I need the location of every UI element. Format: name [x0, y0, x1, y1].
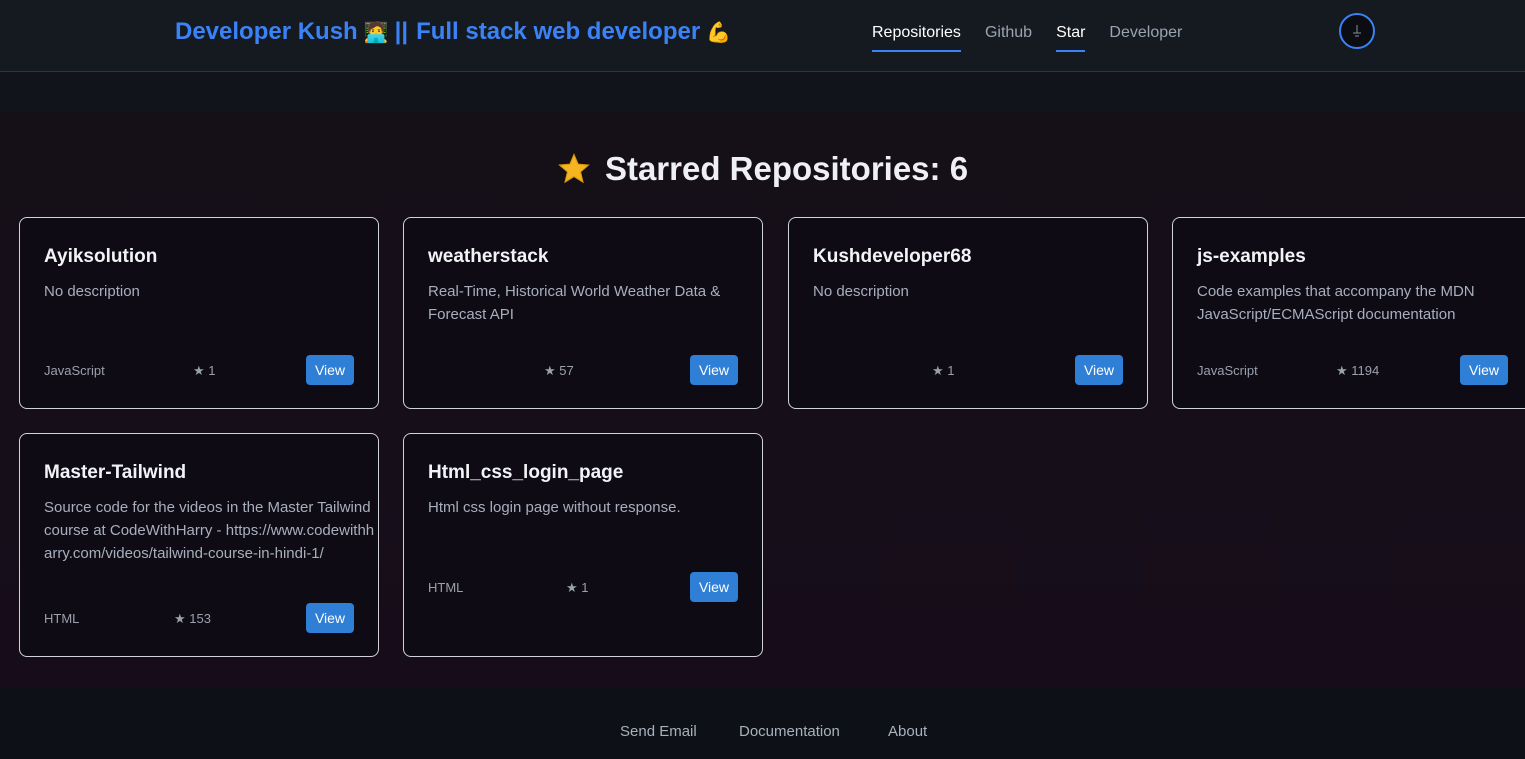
- page-title-text: Starred Repositories: 6: [604, 150, 969, 187]
- repo-description: No description: [44, 283, 140, 300]
- header-strip: [0, 72, 1525, 112]
- repo-card: weatherstack Real-Time, Historical World…: [403, 217, 763, 409]
- brand-tagline: Full stack web developer: [416, 18, 701, 45]
- repo-stars: ★ 1194: [1336, 363, 1380, 378]
- flexed-biceps-emoji-icon: 💪: [706, 20, 732, 44]
- repo-language: HTML: [428, 580, 464, 595]
- repo-stars: ★ 1: [566, 580, 589, 595]
- repo-description: Code examples that accompany the MDN Jav…: [1197, 283, 1475, 323]
- brand-name: Developer Kush: [175, 18, 358, 45]
- repo-name: weatherstack: [428, 246, 549, 267]
- technologist-emoji-icon: 🧑‍💻: [363, 20, 389, 44]
- repo-name: Ayiksolution: [44, 246, 158, 267]
- repo-language: JavaScript: [1197, 363, 1258, 378]
- repo-stars: ★ 153: [174, 611, 211, 626]
- repo-language: HTML: [44, 611, 80, 626]
- starred-section: Starred Repositories: 6 Ayiksolution No …: [0, 112, 1525, 688]
- repo-description: Real-Time, Historical World Weather Data…: [428, 283, 721, 323]
- avatar[interactable]: [1339, 13, 1375, 49]
- repo-description: No description: [813, 283, 909, 300]
- main-nav: Repositories Github Star Developer: [872, 24, 1206, 52]
- nav-repositories[interactable]: Repositories: [872, 24, 961, 52]
- star-icon: [558, 153, 590, 184]
- footer-link-about[interactable]: About: [888, 723, 927, 740]
- nav-star[interactable]: Star: [1056, 24, 1086, 52]
- repo-name: js-examples: [1197, 246, 1306, 267]
- repo-stars: ★ 1: [193, 363, 216, 378]
- avatar-logo-icon: [1353, 25, 1361, 37]
- top-navbar: Developer Kush 🧑‍💻 || Full stack web dev…: [0, 0, 1525, 72]
- view-button[interactable]: View: [690, 355, 738, 385]
- repo-name: Html_css_login_page: [428, 462, 624, 483]
- nav-github[interactable]: Github: [985, 24, 1032, 52]
- repo-name: Kushdeveloper68: [813, 246, 972, 267]
- repo-card: js-examples Code examples that accompany…: [1172, 217, 1525, 409]
- footer-link-send-email[interactable]: Send Email: [620, 723, 697, 740]
- footer-link-documentation[interactable]: Documentation: [739, 723, 840, 740]
- repo-language: JavaScript: [44, 363, 105, 378]
- brand-separator: ||: [394, 18, 409, 45]
- repo-description: Source code for the videos in the Master…: [44, 499, 375, 562]
- footer: Send Email Documentation About: [0, 688, 1525, 759]
- repo-name: Master-Tailwind: [44, 462, 187, 483]
- view-button[interactable]: View: [306, 603, 354, 633]
- view-button[interactable]: View: [306, 355, 354, 385]
- view-button[interactable]: View: [1460, 355, 1508, 385]
- repo-card: Master-Tailwind Source code for the vide…: [19, 433, 379, 657]
- repo-stars: ★ 57: [544, 363, 574, 378]
- repo-card: Kushdeveloper68 No description ★ 1 View: [788, 217, 1148, 409]
- repo-card: Html_css_login_page Html css login page …: [403, 433, 763, 657]
- view-button[interactable]: View: [690, 572, 738, 602]
- repo-description: Html css login page without response.: [428, 499, 681, 516]
- brand-title[interactable]: Developer Kush 🧑‍💻 || Full stack web dev…: [175, 18, 737, 46]
- nav-developer[interactable]: Developer: [1109, 24, 1182, 52]
- repo-card: Ayiksolution No description JavaScript ★…: [19, 217, 379, 409]
- page-title: Starred Repositories: 6: [0, 150, 1525, 188]
- view-button[interactable]: View: [1075, 355, 1123, 385]
- repo-stars: ★ 1: [932, 363, 955, 378]
